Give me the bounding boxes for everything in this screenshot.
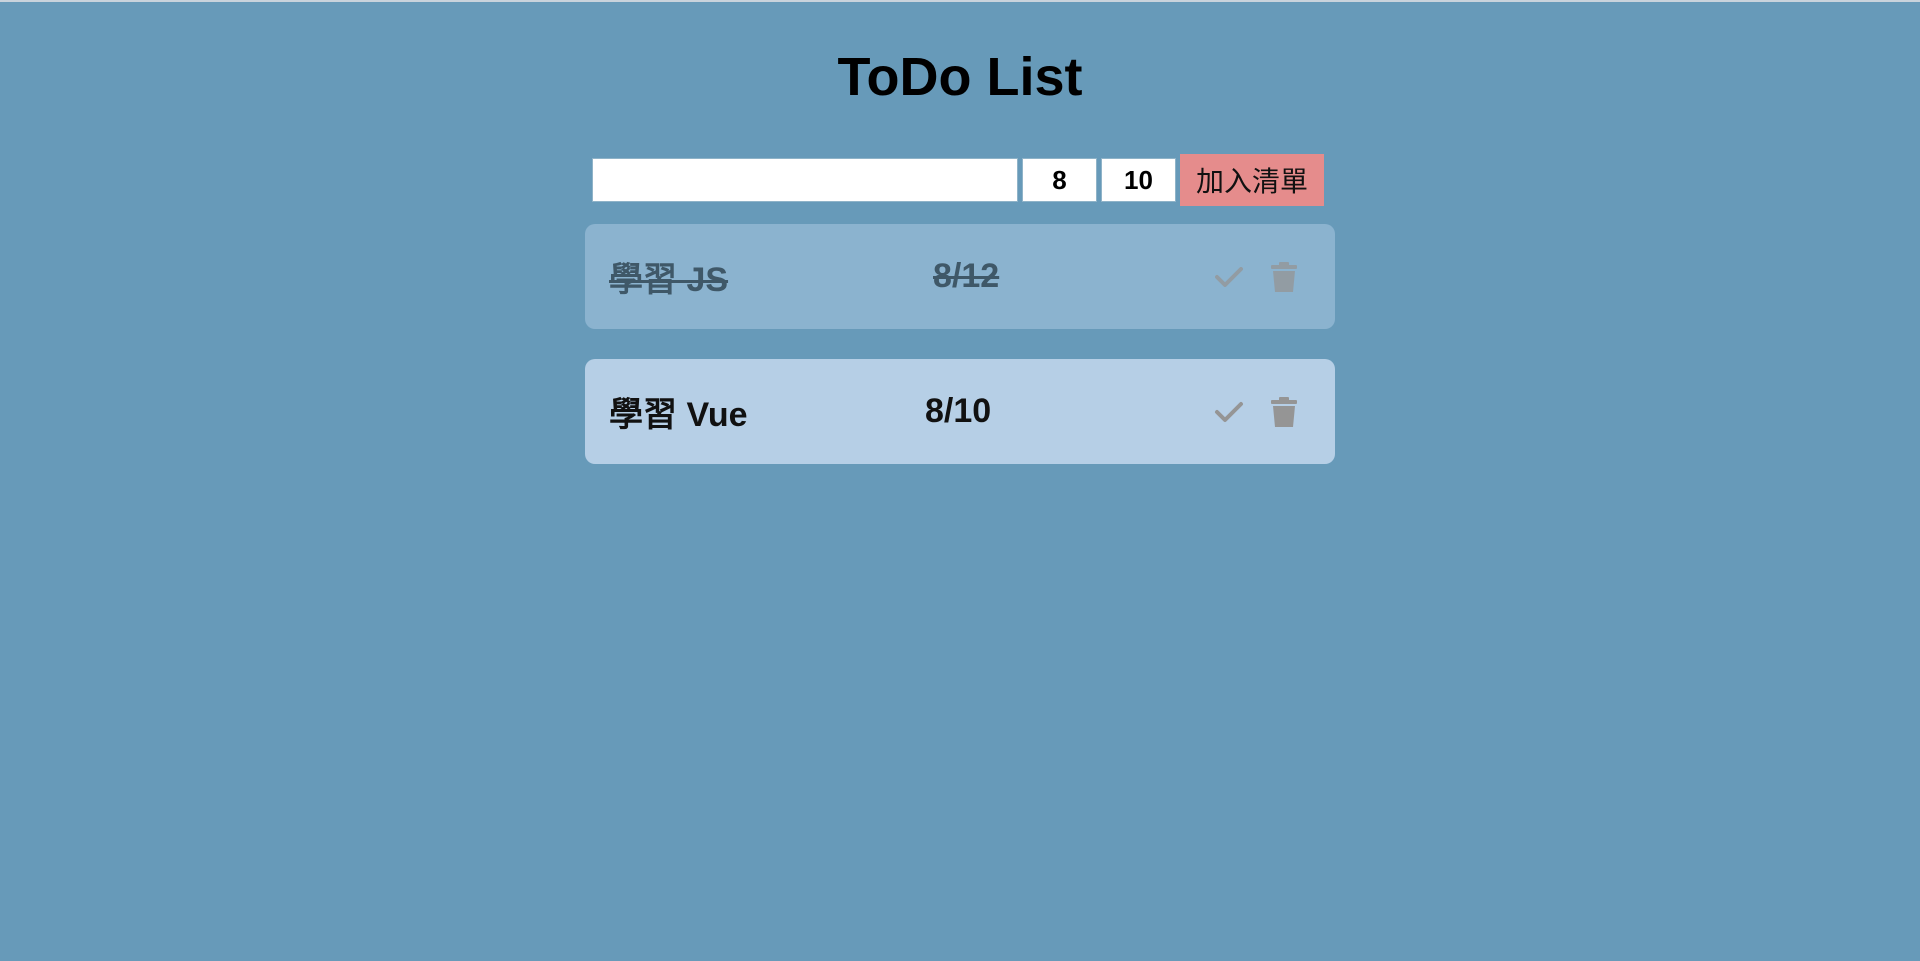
- task-input[interactable]: [592, 158, 1018, 202]
- check-icon[interactable]: [1212, 260, 1246, 294]
- page-title: ToDo List: [837, 47, 1083, 107]
- month-input[interactable]: [1022, 158, 1097, 202]
- check-icon[interactable]: [1212, 395, 1246, 429]
- todo-item-completed: 學習 JS 8/12: [585, 224, 1335, 329]
- trash-icon[interactable]: [1267, 395, 1301, 429]
- todo-date: 8/12: [933, 257, 1000, 295]
- trash-icon[interactable]: [1267, 260, 1301, 294]
- add-todo-form: 加入清單: [592, 154, 1324, 206]
- window-top-border: [0, 0, 1920, 2]
- todo-text: 學習 Vue: [609, 396, 748, 434]
- add-to-list-button[interactable]: 加入清單: [1180, 154, 1324, 206]
- todo-date: 8/10: [925, 392, 992, 430]
- day-input[interactable]: [1101, 158, 1176, 202]
- todo-text: 學習 JS: [609, 261, 729, 299]
- todo-item-pending: 學習 Vue 8/10: [585, 359, 1335, 464]
